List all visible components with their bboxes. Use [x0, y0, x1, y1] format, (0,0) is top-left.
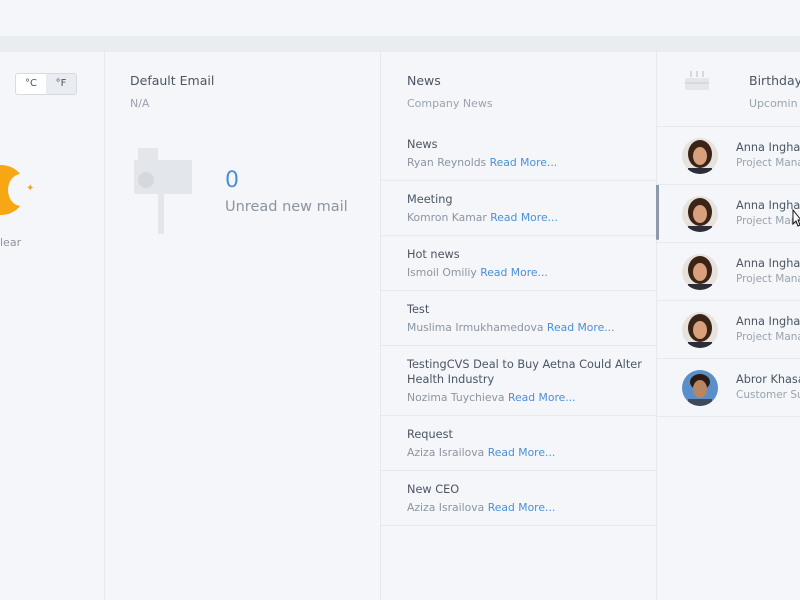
read-more-link[interactable]: Read More...	[490, 211, 558, 224]
read-more-link[interactable]: Read More...	[480, 266, 548, 279]
person-name: Anna Inghar	[736, 257, 800, 270]
news-widget-subtitle: Company News	[407, 97, 493, 110]
email-widget: Default Email N/A 0 Unread new mail	[104, 52, 381, 600]
news-item-author: Nozima Tuychieva	[407, 391, 505, 404]
avatar	[682, 370, 718, 406]
email-address: N/A	[130, 97, 150, 110]
read-more-link[interactable]: Read More...	[488, 446, 556, 459]
news-list: News Ryan Reynolds Read More... Meeting …	[380, 126, 656, 526]
news-item[interactable]: Meeting Komron Kamar Read More...	[380, 181, 656, 236]
news-item-author: Aziza Israilova	[407, 446, 485, 459]
birthday-item[interactable]: Anna Inghar Project Mana	[656, 185, 800, 243]
person-role: Project Mana	[736, 331, 800, 343]
loading-stripe	[0, 36, 800, 52]
birthday-item[interactable]: Anna Inghar Project Mana	[656, 243, 800, 301]
read-more-link[interactable]: Read More...	[508, 391, 576, 404]
news-item-author: Komron Kamar	[407, 211, 487, 224]
weather-widget: °C °F ✦ lear	[0, 52, 105, 600]
news-item-title: Request	[407, 428, 453, 441]
birthday-item[interactable]: Anna Inghar Project Mana	[656, 127, 800, 185]
person-name: Anna Inghar	[736, 315, 800, 328]
news-widget: News Company News News Ryan Reynolds Rea…	[380, 52, 659, 600]
person-name: Anna Inghar	[736, 141, 800, 154]
mailbox-icon	[130, 146, 194, 290]
news-item-title: New CEO	[407, 483, 460, 496]
news-item-author: Aziza Israilova	[407, 501, 485, 514]
news-item[interactable]: Hot news Ismoil Omiliy Read More...	[380, 236, 656, 291]
unread-count: 0	[225, 168, 239, 193]
star-icon: ✦	[26, 183, 35, 194]
unread-label: Unread new mail	[225, 199, 348, 215]
birthday-widget-subtitle: Upcomin	[749, 97, 798, 110]
avatar	[682, 196, 718, 232]
news-item-author: Ismoil Omiliy	[407, 266, 477, 279]
person-role: Project Mana	[736, 215, 800, 227]
birthday-widget: Birthday Upcomin Anna Inghar Project Man…	[656, 52, 800, 600]
person-role: Customer Su	[736, 389, 800, 401]
mouse-cursor-icon	[792, 208, 800, 231]
unit-celsius-option[interactable]: °C	[16, 74, 46, 94]
email-widget-title: Default Email	[130, 73, 215, 88]
news-item[interactable]: News Ryan Reynolds Read More...	[380, 126, 656, 181]
news-item-title: News	[407, 138, 438, 151]
news-item-title: TestingCVS Deal to Buy Aetna Could Alter…	[407, 358, 642, 386]
avatar	[682, 254, 718, 290]
unit-toggle[interactable]: °C °F	[15, 73, 77, 95]
news-item-author: Muslima Irmukhamedova	[407, 321, 544, 334]
news-item[interactable]: Request Aziza Israilova Read More...	[380, 416, 656, 471]
news-item-title: Test	[407, 303, 430, 316]
birthday-item[interactable]: Abror Khasa Customer Su	[656, 359, 800, 417]
news-widget-title: News	[407, 73, 441, 88]
news-item-title: Meeting	[407, 193, 453, 206]
top-bar	[0, 0, 800, 36]
birthday-cake-icon	[683, 68, 711, 92]
news-item-author: Ryan Reynolds	[407, 156, 487, 169]
weather-condition: lear	[0, 236, 22, 249]
news-item-title: Hot news	[407, 248, 460, 261]
read-more-link[interactable]: Read More...	[490, 156, 558, 169]
read-more-link[interactable]: Read More...	[547, 321, 615, 334]
birthday-item[interactable]: Anna Inghar Project Mana	[656, 301, 800, 359]
birthday-list: Anna Inghar Project Mana Anna Inghar Pro…	[656, 126, 800, 417]
news-item[interactable]: Test Muslima Irmukhamedova Read More...	[380, 291, 656, 346]
avatar	[682, 138, 718, 174]
person-role: Project Mana	[736, 157, 800, 169]
avatar	[682, 312, 718, 348]
person-name: Anna Inghar	[736, 199, 800, 212]
news-item[interactable]: New CEO Aziza Israilova Read More...	[380, 471, 656, 526]
unit-fahrenheit-option[interactable]: °F	[46, 74, 76, 94]
person-name: Abror Khasa	[736, 373, 800, 386]
news-item[interactable]: TestingCVS Deal to Buy Aetna Could Alter…	[380, 346, 656, 416]
person-role: Project Mana	[736, 273, 800, 285]
read-more-link[interactable]: Read More...	[488, 501, 556, 514]
birthday-widget-title: Birthday	[749, 73, 800, 88]
